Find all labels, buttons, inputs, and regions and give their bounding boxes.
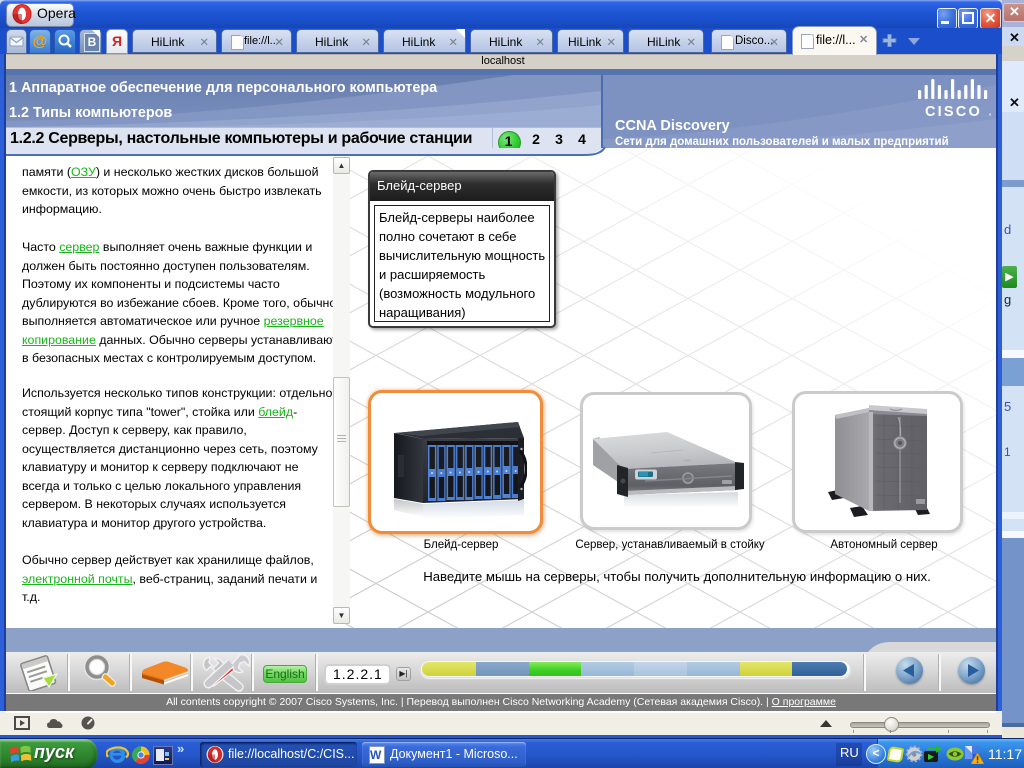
- svg-text:CISCO: CISCO: [925, 104, 982, 120]
